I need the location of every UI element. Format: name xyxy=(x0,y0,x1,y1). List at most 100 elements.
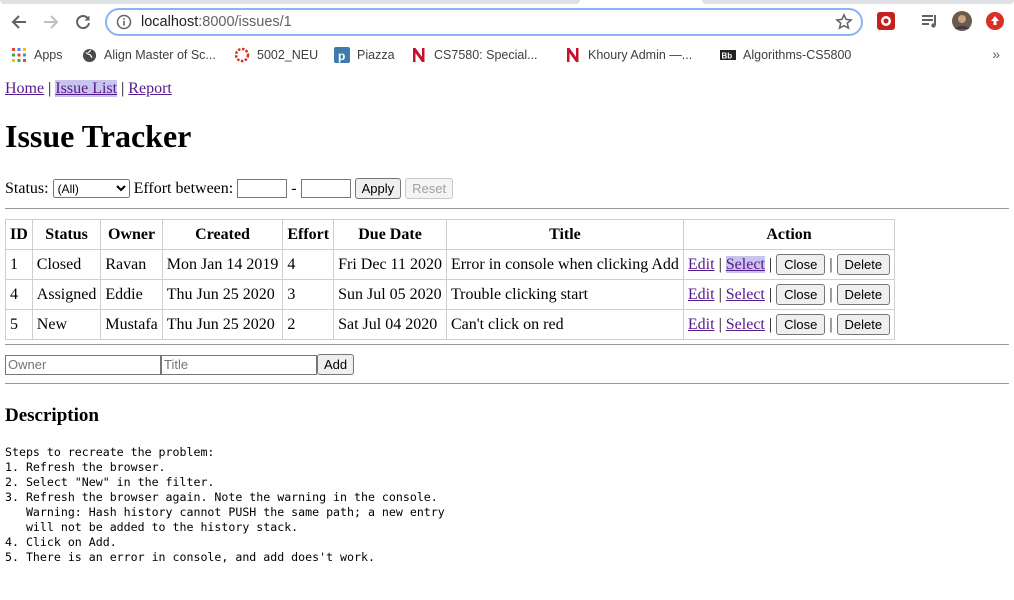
url-host: localhost xyxy=(141,14,199,30)
table-row[interactable]: 4 Assigned Eddie Thu Jun 25 2020 3 Sun J… xyxy=(5,279,896,310)
cell-action: Edit | Select | Close | Delete xyxy=(682,249,896,280)
title-input[interactable] xyxy=(161,354,317,375)
delete-button[interactable]: Delete xyxy=(836,314,891,335)
edit-link[interactable]: Edit xyxy=(688,256,715,273)
bookmark-piazza[interactable]: p Piazza xyxy=(334,47,395,63)
close-button[interactable]: Close xyxy=(776,314,826,335)
action-separator: | xyxy=(829,316,833,333)
table-row[interactable]: 1 Closed Ravan Mon Jan 14 2019 4 Fri Dec… xyxy=(5,249,896,280)
cell-effort: 3 xyxy=(282,279,335,310)
bookmark-khoury-admin[interactable]: Khoury Admin —... xyxy=(565,47,692,63)
media-playlist-icon[interactable] xyxy=(920,11,940,31)
close-button[interactable]: Close xyxy=(776,284,826,305)
cell-effort: 2 xyxy=(282,309,335,340)
cell-owner: Ravan xyxy=(100,249,163,280)
url-path: :8000/issues/1 xyxy=(198,14,292,30)
blackboard-icon: Bb xyxy=(720,47,736,63)
divider xyxy=(5,208,1009,209)
delete-button[interactable]: Delete xyxy=(836,284,891,305)
browser-chrome: localhost:8000/issues/1 Apps Align Maste… xyxy=(0,0,1014,73)
bookmark-algorithms[interactable]: Bb Algorithms-CS5800 xyxy=(720,47,851,63)
column-header-due-date: Due Date xyxy=(333,219,447,250)
forward-button[interactable] xyxy=(39,10,63,34)
status-select[interactable]: (All) xyxy=(52,179,130,198)
bookmark-label: Algorithms-CS5800 xyxy=(743,48,852,62)
globe-icon xyxy=(81,47,97,63)
edit-link[interactable]: Edit xyxy=(688,286,715,303)
action-separator: | xyxy=(768,316,773,333)
effort-dash: - xyxy=(291,179,297,197)
back-button[interactable] xyxy=(7,10,31,34)
edit-link[interactable]: Edit xyxy=(688,316,715,333)
cell-title: Can't click on red xyxy=(445,309,684,340)
add-button[interactable]: Add xyxy=(317,354,355,375)
cell-owner: Mustafa xyxy=(100,309,163,340)
cell-owner: Eddie xyxy=(100,279,163,310)
effort-label: Effort between: xyxy=(133,179,234,197)
action-separator: | xyxy=(718,256,722,273)
svg-text:Bb: Bb xyxy=(722,52,733,61)
update-icon[interactable] xyxy=(985,11,1005,31)
column-header-title: Title xyxy=(445,219,684,250)
bookmark-label: Apps xyxy=(34,48,63,62)
delete-button[interactable]: Delete xyxy=(836,254,891,275)
nav-report-link[interactable]: Report xyxy=(128,80,172,97)
reload-button[interactable] xyxy=(71,10,95,34)
status-label: Status: xyxy=(5,179,49,197)
cell-id: 1 xyxy=(5,249,33,280)
apply-button[interactable]: Apply xyxy=(354,178,402,199)
cell-action: Edit | Select | Close | Delete xyxy=(682,309,896,340)
cell-status: New xyxy=(31,309,102,340)
cell-effort: 4 xyxy=(282,249,335,280)
table-row[interactable]: 5 New Mustafa Thu Jun 25 2020 2 Sat Jul … xyxy=(5,309,896,340)
cell-title: Trouble clicking start xyxy=(445,279,684,310)
extension-icon[interactable] xyxy=(876,11,896,31)
tab[interactable] xyxy=(0,0,580,4)
table-header-row: ID Status Owner Created Effort Due Date … xyxy=(5,219,896,250)
cell-created: Mon Jan 14 2019 xyxy=(161,249,284,280)
cell-title: Error in console when clicking Add xyxy=(445,249,684,280)
reset-button[interactable]: Reset xyxy=(405,178,454,199)
cell-due-date: Fri Dec 11 2020 xyxy=(333,249,447,280)
bookmark-label: 5002_NEU xyxy=(257,48,319,62)
nav-separator: | xyxy=(121,80,125,97)
effort-max-input[interactable] xyxy=(300,179,351,198)
bookmark-label: Khoury Admin —... xyxy=(588,48,693,62)
action-separator: | xyxy=(829,256,833,273)
select-link[interactable]: Select xyxy=(726,316,765,333)
profile-avatar[interactable] xyxy=(952,11,972,31)
divider xyxy=(5,383,1009,384)
nav-home-link[interactable]: Home xyxy=(5,80,44,97)
bookmarks-bar: Apps Align Master of Sc... 5002_NEU p Pi… xyxy=(0,44,1014,68)
close-button[interactable]: Close xyxy=(776,254,826,275)
action-separator: | xyxy=(768,256,773,273)
effort-min-input[interactable] xyxy=(237,179,288,198)
owner-input[interactable] xyxy=(5,354,161,375)
address-bar[interactable]: localhost:8000/issues/1 xyxy=(105,8,863,36)
url-text[interactable]: localhost:8000/issues/1 xyxy=(141,14,292,30)
bookmark-star-icon[interactable] xyxy=(835,13,853,31)
bookmark-cs7580[interactable]: CS7580: Special... xyxy=(411,47,538,63)
action-separator: | xyxy=(829,286,833,303)
column-header-owner: Owner xyxy=(100,219,163,250)
svg-text:p: p xyxy=(338,49,345,63)
cell-id: 4 xyxy=(5,279,33,310)
tab[interactable] xyxy=(702,0,1014,4)
bookmark-label: Align Master of Sc... xyxy=(104,48,216,62)
info-icon[interactable] xyxy=(116,14,132,30)
cell-status: Assigned xyxy=(31,279,102,310)
cell-due-date: Sat Jul 04 2020 xyxy=(333,309,447,340)
bookmark-apps[interactable]: Apps xyxy=(11,47,63,63)
select-link[interactable]: Select xyxy=(725,256,765,273)
issue-add-form: Add xyxy=(5,354,355,375)
select-link[interactable]: Select xyxy=(726,286,765,303)
bookmark-5002[interactable]: 5002_NEU xyxy=(234,47,318,63)
bookmark-align[interactable]: Align Master of Sc... xyxy=(81,47,216,63)
forward-arrow-icon xyxy=(44,15,59,29)
nav-issue-list-link[interactable]: Issue List xyxy=(55,80,118,97)
cell-created: Thu Jun 25 2020 xyxy=(161,309,284,340)
dotted-circle-icon xyxy=(234,47,250,63)
action-separator: | xyxy=(718,316,722,333)
bookmarks-overflow-button[interactable]: » xyxy=(992,46,1000,62)
column-header-action: Action xyxy=(682,219,896,250)
